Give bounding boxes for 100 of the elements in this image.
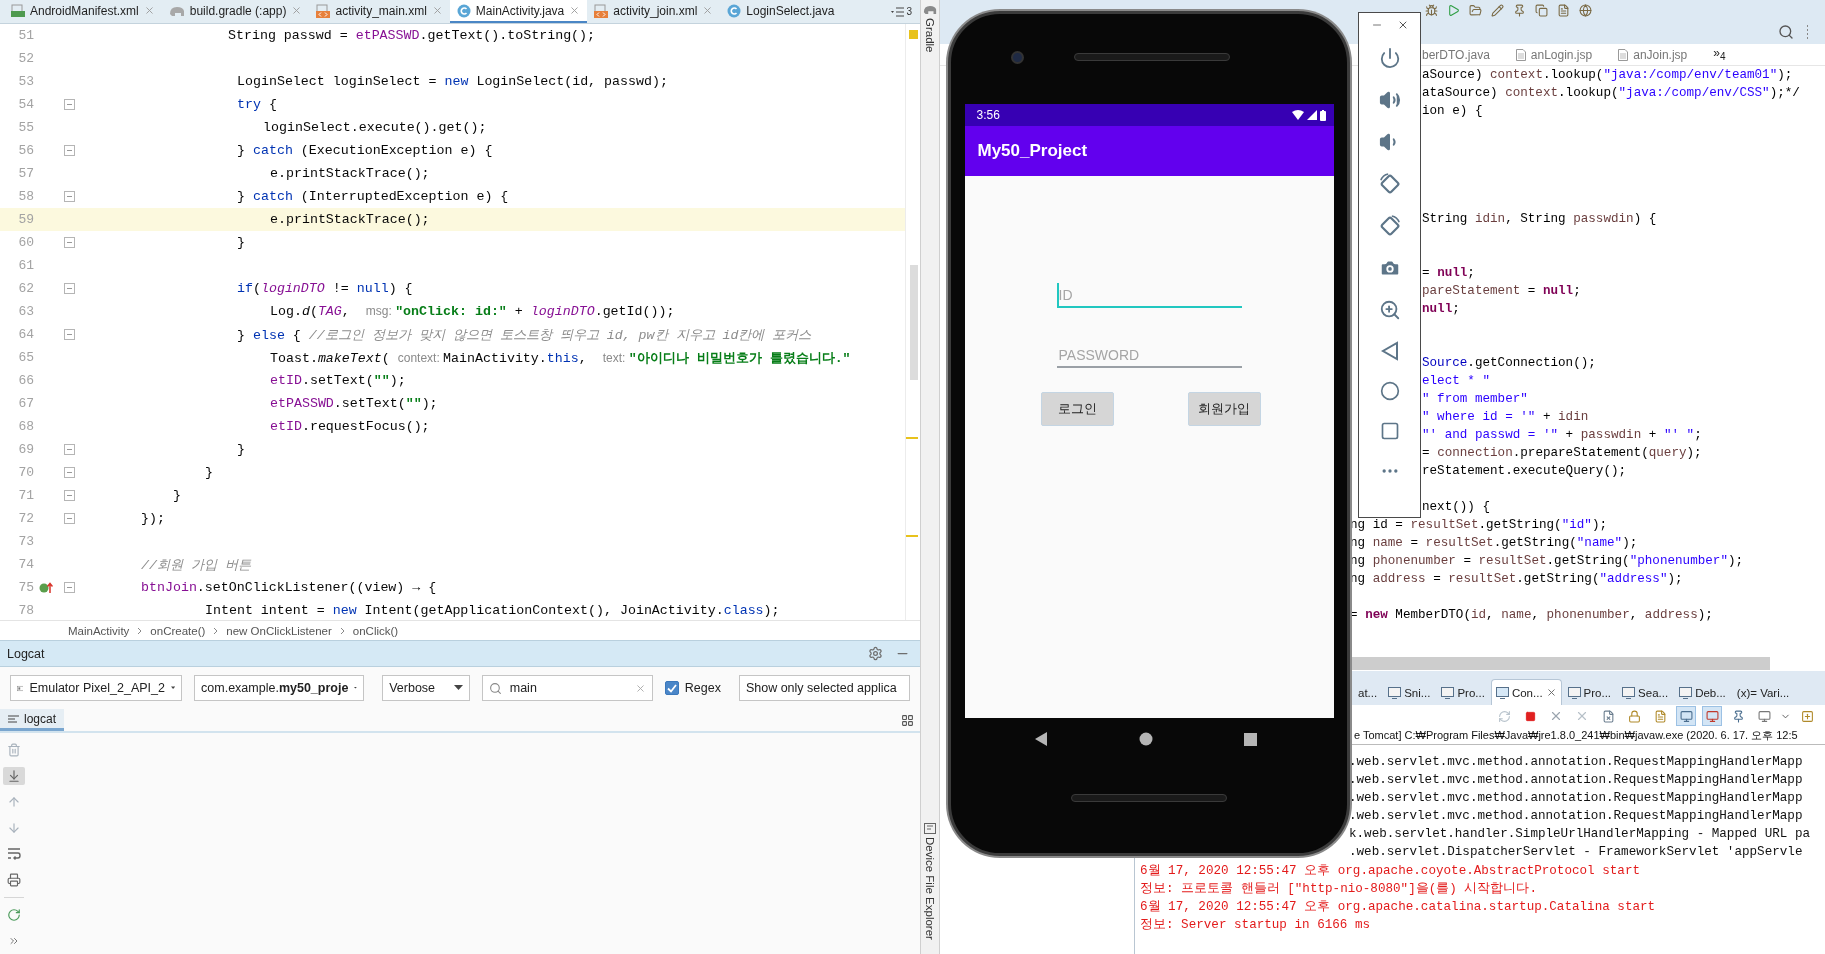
pin-icon[interactable] — [1513, 3, 1526, 17]
back-icon[interactable] — [1379, 341, 1400, 361]
remove-icon[interactable] — [1549, 709, 1563, 723]
settings-icon[interactable] — [868, 646, 883, 661]
scroll-to-end-button[interactable] — [3, 767, 25, 785]
text-field[interactable]: ID — [1056, 283, 1242, 308]
editor-tab[interactable]: MainActivity.java — [449, 0, 588, 23]
document-icon[interactable] — [1557, 3, 1570, 17]
fold-icon[interactable] — [63, 283, 75, 294]
tool-window-tab[interactable]: Gradle — [924, 18, 936, 53]
editor-tab[interactable]: LoginSelect.java — [720, 0, 842, 23]
text-field[interactable]: PASSWORD — [1056, 343, 1242, 368]
clear-icon[interactable] — [634, 682, 646, 694]
view-tab[interactable]: Sea... — [1617, 679, 1674, 705]
search-field[interactable]: main — [481, 675, 653, 701]
up-arrow-icon[interactable] — [7, 795, 21, 809]
logcat-tab[interactable]: logcat — [0, 709, 65, 731]
rotate-icon[interactable] — [1378, 173, 1401, 195]
printer-icon[interactable] — [7, 873, 21, 887]
checkbox-label[interactable]: Regex — [684, 681, 721, 695]
editor-tab[interactable]: AndroidManifest.xml — [4, 0, 162, 23]
editor-tab[interactable]: anJoin.jsp — [1618, 47, 1688, 62]
fold-icon[interactable] — [63, 490, 75, 501]
view-tab[interactable]: Deb... — [1674, 679, 1731, 705]
breadcrumb-item[interactable]: MainActivity — [68, 624, 130, 637]
editor-tab[interactable]: build.gradle (:app) — [161, 0, 310, 23]
scrollbar[interactable] — [1350, 656, 1770, 670]
zoom-in-icon[interactable] — [1378, 299, 1401, 321]
home-icon[interactable] — [1379, 381, 1400, 401]
fold-icon[interactable] — [63, 444, 75, 455]
wrap-icon[interactable] — [7, 848, 21, 860]
view-tab[interactable]: (x)= Vari... — [1731, 679, 1795, 705]
down-arrow-icon[interactable] — [7, 821, 21, 835]
copy-icon[interactable] — [1535, 3, 1548, 17]
tab-list-button[interactable]: 3 — [883, 0, 920, 23]
editor-tab[interactable]: berDTO.java — [1422, 47, 1490, 62]
warning-marker[interactable] — [906, 535, 918, 537]
globe-icon[interactable] — [1579, 3, 1592, 17]
breadcrumb-item[interactable]: onCreate() — [150, 624, 206, 637]
lock-icon[interactable] — [1627, 709, 1641, 723]
fold-icon[interactable] — [63, 582, 75, 593]
device-dropdown[interactable]: Emulator Pixel_2_API_2 — [10, 675, 183, 701]
back-icon[interactable] — [1034, 732, 1048, 746]
fold-icon[interactable] — [63, 99, 75, 110]
warning-marker[interactable] — [906, 437, 918, 439]
console-line: .web.servlet.mvc.method.annotation.RequestMappingHandlerMapp — [1349, 754, 1803, 771]
fold-icon[interactable] — [63, 329, 75, 340]
restart-icon[interactable] — [7, 908, 21, 922]
clear-icon[interactable] — [1601, 709, 1615, 723]
editor-tab[interactable]: activity_main.xml — [309, 0, 450, 23]
warning-marker[interactable] — [909, 30, 918, 39]
fold-icon[interactable] — [63, 145, 75, 156]
stop-icon[interactable] — [1524, 710, 1536, 722]
form-button[interactable]: 로그인 — [1040, 392, 1114, 426]
scrollbar[interactable] — [910, 265, 918, 380]
search-input[interactable]: main — [507, 680, 629, 696]
form-button[interactable]: 회원가입 — [1187, 392, 1261, 426]
new-console-icon[interactable] — [1800, 709, 1814, 723]
layout-icon[interactable] — [901, 713, 914, 727]
bug-icon[interactable] — [1425, 3, 1438, 17]
breadcrumb-item[interactable]: new OnClickListener — [226, 624, 332, 637]
document-icon[interactable] — [1653, 709, 1667, 723]
close-icon[interactable] — [1545, 687, 1557, 698]
view-tab[interactable]: Pro... — [1436, 679, 1490, 705]
chevrons-icon[interactable] — [8, 935, 20, 947]
fold-icon[interactable] — [63, 467, 75, 478]
line-number: 73 — [17, 534, 34, 549]
view-tab[interactable]: at... — [1353, 679, 1383, 705]
folder-icon[interactable] — [1469, 3, 1482, 17]
view-tab[interactable]: Sni... — [1383, 679, 1436, 705]
breadcrumb-item[interactable]: onClick() — [352, 624, 399, 637]
tool-window-tab[interactable]: Device File Explorer — [924, 837, 936, 940]
regex-checkbox[interactable] — [664, 681, 679, 695]
monitor-icon[interactable] — [1757, 709, 1771, 723]
toggle-button[interactable] — [1702, 706, 1722, 726]
tab-overflow-button[interactable]: »$_{4}$ — [1713, 46, 1726, 63]
toggle-button[interactable] — [1676, 706, 1696, 726]
search-icon[interactable] — [1778, 24, 1794, 40]
arrow-to-line-icon[interactable] — [7, 769, 21, 783]
view-tab[interactable]: Con... — [1490, 679, 1562, 705]
package-dropdown[interactable]: com.example.my50_proje — [194, 675, 365, 701]
view-tab[interactable]: Pro... — [1562, 679, 1617, 705]
home-icon[interactable] — [1139, 732, 1153, 746]
recents-icon[interactable] — [1244, 732, 1257, 746]
override-icon[interactable] — [39, 581, 53, 594]
pencil-icon[interactable] — [1491, 3, 1504, 17]
power-icon[interactable] — [1378, 47, 1401, 69]
pin-icon[interactable] — [1731, 709, 1745, 723]
fold-icon[interactable] — [63, 237, 75, 248]
fold-icon[interactable] — [63, 513, 75, 524]
recents-icon[interactable] — [1379, 421, 1400, 441]
log-level-dropdown[interactable]: Verbose — [382, 675, 470, 701]
filter-dropdown[interactable]: Show only selected applica — [738, 675, 910, 701]
play-icon[interactable] — [1447, 3, 1460, 17]
volume-up-icon[interactable] — [1378, 89, 1401, 111]
fold-icon[interactable] — [63, 191, 75, 202]
editor-tab[interactable]: anLogin.jsp — [1515, 47, 1593, 62]
editor-tab[interactable]: activity_join.xml — [587, 0, 721, 23]
rotate-icon[interactable] — [1378, 215, 1401, 237]
trash-icon[interactable] — [7, 743, 21, 757]
